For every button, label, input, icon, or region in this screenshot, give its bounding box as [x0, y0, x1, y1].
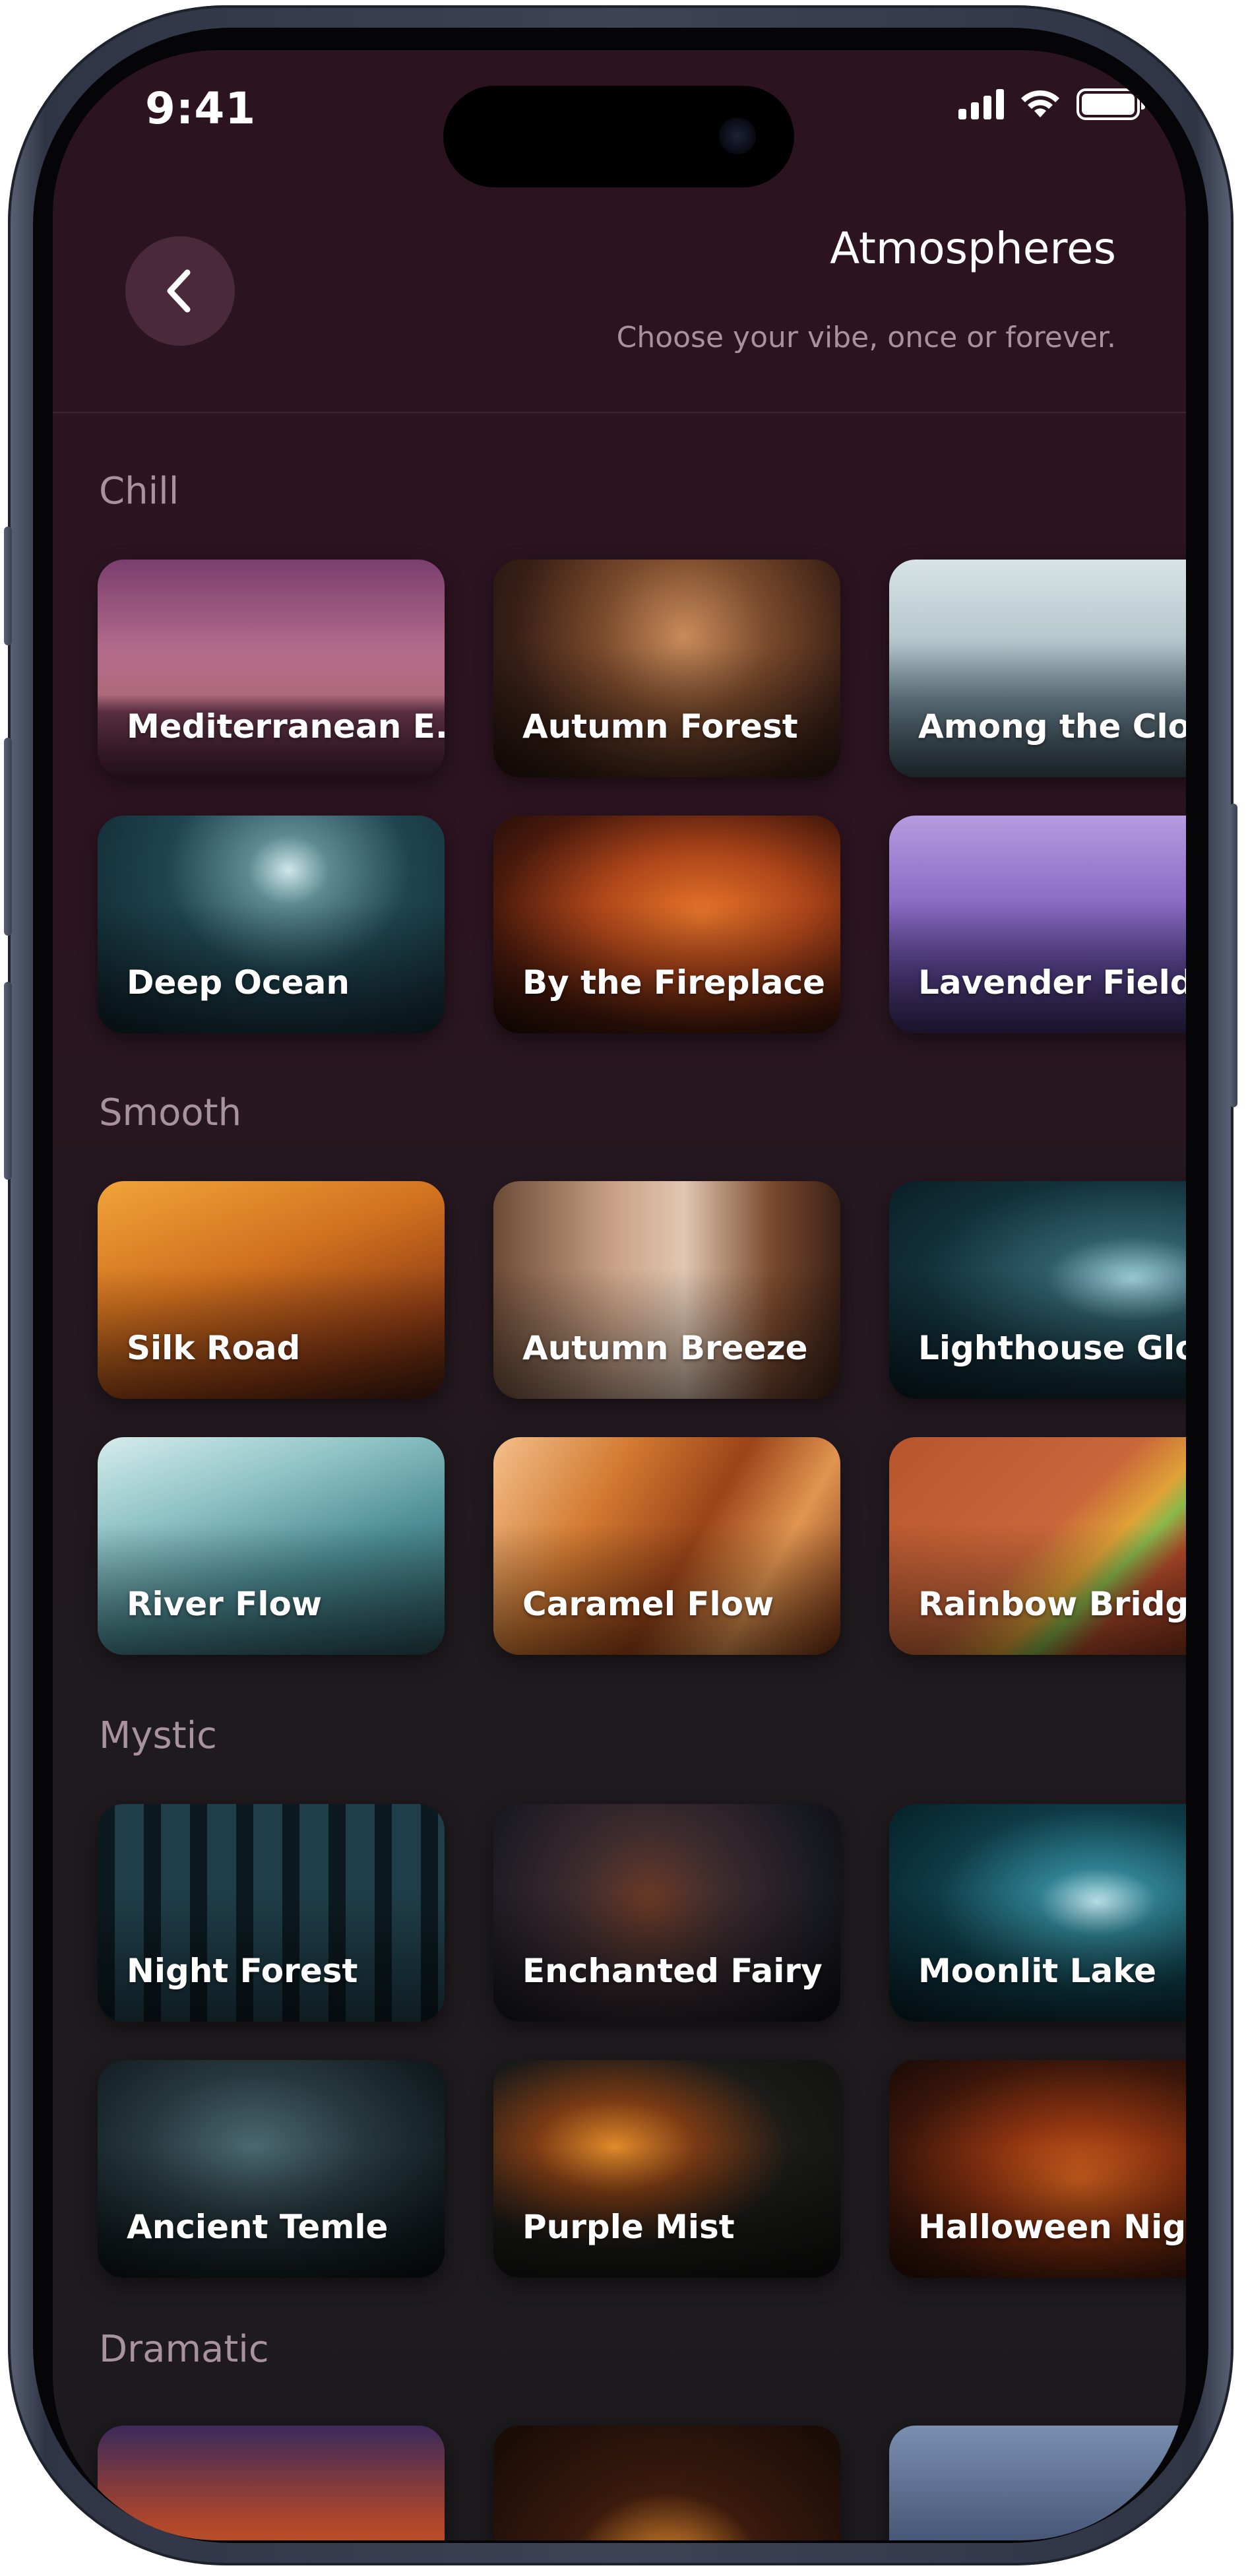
- card-label: River Flow: [127, 1585, 323, 1623]
- card-label: Halloween Night: [918, 2208, 1186, 2246]
- card-label: Autumn Forest: [522, 707, 798, 746]
- card-label: Caramel Flow: [522, 1585, 774, 1623]
- card-label: Enchanted Fairy: [522, 1952, 823, 1990]
- card-ancient-temple[interactable]: Ancient Temle: [98, 2060, 445, 2278]
- cellular-signal-icon: [958, 89, 1004, 119]
- card-label: Autumn Breeze: [522, 1329, 808, 1367]
- page-title: Atmospheres: [830, 223, 1116, 274]
- card-lighthouse-glow[interactable]: Lighthouse Glow: [889, 1181, 1186, 1399]
- card-label: By the Fireplace: [522, 963, 826, 1002]
- status-bar: 9:41: [53, 50, 1186, 187]
- card-enchanted-fairy[interactable]: Enchanted Fairy: [493, 1804, 840, 2022]
- app-screen: 9:41 Atmospheres Choose your vibe, once …: [53, 50, 1186, 2540]
- card-label: Night Forest: [127, 1952, 358, 1990]
- back-button[interactable]: [125, 236, 235, 346]
- wifi-icon: [1021, 90, 1059, 117]
- card-mediterranean[interactable]: Mediterranean E...: [98, 560, 445, 777]
- card-dramatic-sunset[interactable]: [98, 2426, 445, 2540]
- card-label: Silk Road: [127, 1329, 301, 1367]
- card-autumn-breeze[interactable]: Autumn Breeze: [493, 1181, 840, 1399]
- card-among-the-clouds[interactable]: Among the Clouds: [889, 560, 1186, 777]
- status-icons: [958, 88, 1145, 120]
- volume-down-button: [4, 982, 12, 1180]
- card-moonlit-lake[interactable]: Moonlit Lake: [889, 1804, 1186, 2022]
- card-night-forest[interactable]: Night Forest: [98, 1804, 445, 2022]
- page-subtitle: Choose your vibe, once or forever.: [616, 321, 1116, 354]
- card-dramatic-candle[interactable]: [493, 2426, 840, 2540]
- card-label: Lavender Field: [918, 963, 1186, 1002]
- action-button: [4, 527, 12, 645]
- chevron-left-icon: [167, 269, 191, 313]
- card-purple-mist[interactable]: Purple Mist: [493, 2060, 840, 2278]
- power-button: [1230, 804, 1237, 1107]
- card-label: Moonlit Lake: [918, 1952, 1157, 1990]
- section-label-dramatic: Dramatic: [99, 2328, 269, 2371]
- card-silk-road[interactable]: Silk Road: [98, 1181, 445, 1399]
- volume-up-button: [4, 738, 12, 936]
- card-label: Rainbow Bridge: [918, 1585, 1186, 1623]
- card-label: Deep Ocean: [127, 963, 350, 1002]
- card-dramatic-sky[interactable]: [889, 2426, 1186, 2540]
- card-deep-ocean[interactable]: Deep Ocean: [98, 816, 445, 1033]
- card-label: Mediterranean E...: [127, 707, 445, 746]
- card-label: Ancient Temle: [127, 2208, 389, 2246]
- card-halloween-night[interactable]: Halloween Night: [889, 2060, 1186, 2278]
- card-caramel-flow[interactable]: Caramel Flow: [493, 1437, 840, 1655]
- camera-icon: [719, 117, 756, 154]
- battery-icon: [1076, 88, 1145, 120]
- header-divider: [53, 412, 1186, 413]
- dynamic-island: [443, 86, 794, 187]
- card-label: Purple Mist: [522, 2208, 735, 2246]
- card-rainbow-bridge[interactable]: Rainbow Bridge: [889, 1437, 1186, 1655]
- status-time: 9:41: [145, 83, 257, 134]
- card-river-flow[interactable]: River Flow: [98, 1437, 445, 1655]
- card-lavender-field[interactable]: Lavender Field: [889, 816, 1186, 1033]
- card-label: Among the Clouds: [918, 707, 1186, 746]
- card-label: Lighthouse Glow: [918, 1329, 1186, 1367]
- section-label-smooth: Smooth: [99, 1091, 242, 1134]
- section-label-chill: Chill: [99, 470, 179, 513]
- card-by-the-fireplace[interactable]: By the Fireplace: [493, 816, 840, 1033]
- card-autumn-forest[interactable]: Autumn Forest: [493, 560, 840, 777]
- section-label-mystic: Mystic: [99, 1714, 217, 1757]
